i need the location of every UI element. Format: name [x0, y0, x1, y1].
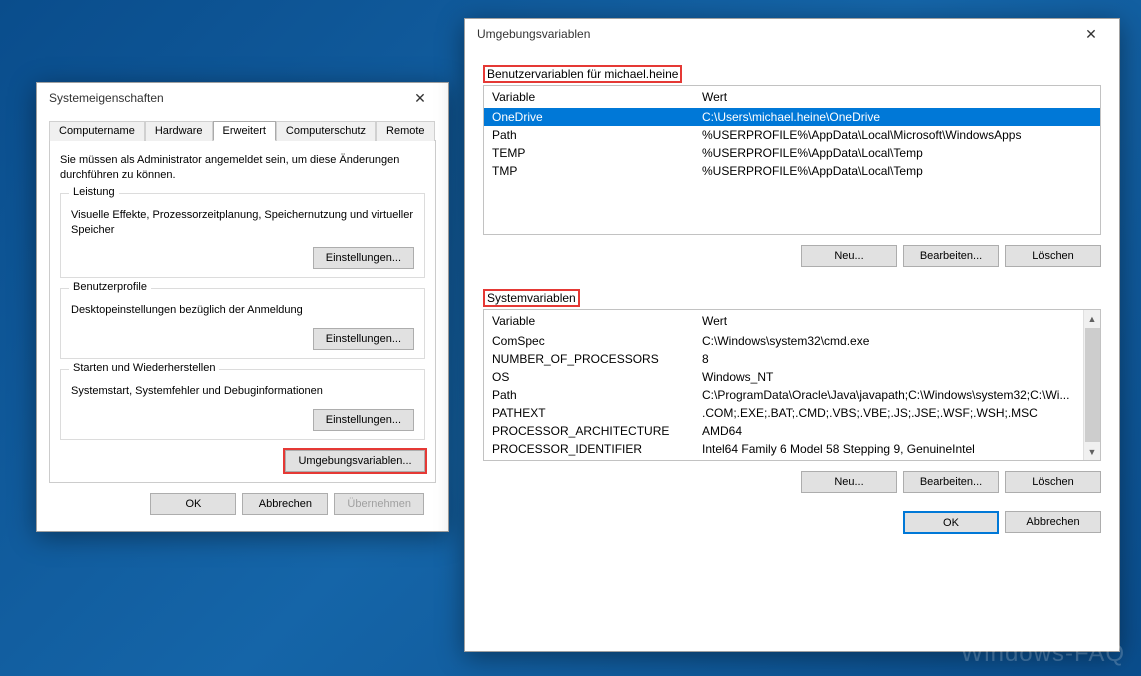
cancel-button[interactable]: Abbrechen [1005, 511, 1101, 533]
sys-new-button[interactable]: Neu... [801, 471, 897, 493]
cell-value: 8 [694, 351, 1083, 367]
scroll-thumb[interactable] [1085, 328, 1100, 442]
watermark: Windows-FAQ [961, 640, 1125, 668]
table-row[interactable]: TMP%USERPROFILE%\AppData\Local\Temp [484, 162, 1100, 180]
col-value[interactable]: Wert [694, 311, 1100, 331]
cell-value: C:\Windows\system32\cmd.exe [694, 333, 1083, 349]
cell-value: AMD64 [694, 423, 1083, 439]
cell-variable: PATHEXT [484, 405, 694, 421]
table-row[interactable]: ComSpecC:\Windows\system32\cmd.exe [484, 332, 1083, 350]
group-profiles-title: Benutzerprofile [69, 281, 151, 293]
tab-system-protection[interactable]: Computerschutz [276, 121, 376, 141]
cell-variable: OS [484, 369, 694, 385]
group-profiles-desc: Desktopeinstellungen bezüglich der Anmel… [71, 303, 414, 318]
cell-value: %USERPROFILE%\AppData\Local\Temp [694, 145, 1100, 161]
cell-value: C:\ProgramData\Oracle\Java\javapath;C:\W… [694, 387, 1083, 403]
titlebar[interactable]: Umgebungsvariablen ✕ [465, 19, 1119, 49]
user-edit-button[interactable]: Bearbeiten... [903, 245, 999, 267]
table-row[interactable]: TEMP%USERPROFILE%\AppData\Local\Temp [484, 144, 1100, 162]
col-value[interactable]: Wert [694, 87, 1100, 107]
group-performance-title: Leistung [69, 186, 119, 198]
group-profiles: Benutzerprofile Desktopeinstellungen bez… [60, 288, 425, 359]
table-row[interactable]: OSWindows_NT [484, 368, 1083, 386]
group-startup: Starten und Wiederherstellen Systemstart… [60, 369, 425, 440]
user-vars-label: Benutzervariablen für michael.heine [485, 67, 680, 81]
sys-edit-button[interactable]: Bearbeiten... [903, 471, 999, 493]
tab-pane-advanced: Sie müssen als Administrator angemeldet … [49, 141, 436, 483]
tab-remote[interactable]: Remote [376, 121, 435, 141]
col-variable[interactable]: Variable [484, 87, 694, 107]
startup-settings-button[interactable]: Einstellungen... [313, 409, 414, 431]
tab-advanced[interactable]: Erweitert [213, 121, 276, 141]
cell-variable: OneDrive [484, 109, 694, 125]
sys-vars-label: Systemvariablen [485, 291, 578, 305]
table-row[interactable]: PathC:\ProgramData\Oracle\Java\javapath;… [484, 386, 1083, 404]
admin-note: Sie müssen als Administrator angemeldet … [60, 153, 425, 183]
sys-vars-list[interactable]: Variable Wert ComSpecC:\Windows\system32… [483, 309, 1101, 461]
cancel-button[interactable]: Abbrechen [242, 493, 328, 515]
title-text: Umgebungsvariablen [477, 27, 590, 41]
user-delete-button[interactable]: Löschen [1005, 245, 1101, 267]
col-variable[interactable]: Variable [484, 311, 694, 331]
cell-value: Windows_NT [694, 369, 1083, 385]
cell-value: C:\Users\michael.heine\OneDrive [694, 109, 1100, 125]
user-new-button[interactable]: Neu... [801, 245, 897, 267]
group-performance-desc: Visuelle Effekte, Prozessorzeitplanung, … [71, 208, 414, 238]
user-vars-list[interactable]: Variable Wert OneDriveC:\Users\michael.h… [483, 85, 1101, 235]
profiles-settings-button[interactable]: Einstellungen... [313, 328, 414, 350]
cell-variable: PROCESSOR_IDENTIFIER [484, 441, 694, 457]
apply-button[interactable]: Übernehmen [334, 493, 424, 515]
cell-value: Intel64 Family 6 Model 58 Stepping 9, Ge… [694, 441, 1083, 457]
ok-button[interactable]: OK [150, 493, 236, 515]
table-row[interactable]: PATHEXT.COM;.EXE;.BAT;.CMD;.VBS;.VBE;.JS… [484, 404, 1083, 422]
table-row[interactable]: Path%USERPROFILE%\AppData\Local\Microsof… [484, 126, 1100, 144]
scroll-down-icon[interactable]: ▼ [1084, 443, 1101, 460]
ok-button[interactable]: OK [903, 511, 999, 534]
cell-value: .COM;.EXE;.BAT;.CMD;.VBS;.VBE;.JS;.JSE;.… [694, 405, 1083, 421]
cell-variable: PROCESSOR_ARCHITECTURE [484, 423, 694, 439]
cell-variable: TEMP [484, 145, 694, 161]
cell-variable: ComSpec [484, 333, 694, 349]
cell-variable: TMP [484, 163, 694, 179]
table-row[interactable]: PROCESSOR_IDENTIFIERIntel64 Family 6 Mod… [484, 440, 1083, 458]
close-icon[interactable]: ✕ [1071, 20, 1111, 48]
tab-hardware[interactable]: Hardware [145, 121, 213, 141]
env-variables-dialog: Umgebungsvariablen ✕ Benutzervariablen f… [464, 18, 1120, 652]
system-properties-dialog: Systemeigenschaften ✕ Computername Hardw… [36, 82, 449, 532]
titlebar[interactable]: Systemeigenschaften ✕ [37, 83, 448, 113]
sys-delete-button[interactable]: Löschen [1005, 471, 1101, 493]
cell-variable: NUMBER_OF_PROCESSORS [484, 351, 694, 367]
scroll-up-icon[interactable]: ▲ [1084, 310, 1101, 327]
env-variables-button[interactable]: Umgebungsvariablen... [285, 450, 425, 472]
table-row[interactable]: PROCESSOR_ARCHITECTUREAMD64 [484, 422, 1083, 440]
group-startup-desc: Systemstart, Systemfehler und Debuginfor… [71, 384, 414, 399]
title-text: Systemeigenschaften [49, 91, 164, 105]
table-row[interactable]: NUMBER_OF_PROCESSORS8 [484, 350, 1083, 368]
cell-value: %USERPROFILE%\AppData\Local\Microsoft\Wi… [694, 127, 1100, 143]
group-startup-title: Starten und Wiederherstellen [69, 362, 219, 374]
list-header[interactable]: Variable Wert [484, 86, 1100, 108]
scrollbar[interactable]: ▲ ▼ [1083, 310, 1100, 460]
close-icon[interactable]: ✕ [400, 84, 440, 112]
cell-variable: Path [484, 127, 694, 143]
tab-strip: Computername Hardware Erweitert Computer… [49, 121, 436, 141]
cell-value: %USERPROFILE%\AppData\Local\Temp [694, 163, 1100, 179]
table-row[interactable]: OneDriveC:\Users\michael.heine\OneDrive [484, 108, 1100, 126]
performance-settings-button[interactable]: Einstellungen... [313, 247, 414, 269]
group-performance: Leistung Visuelle Effekte, Prozessorzeit… [60, 193, 425, 279]
tab-computer-name[interactable]: Computername [49, 121, 145, 141]
list-header[interactable]: Variable Wert [484, 310, 1100, 332]
cell-variable: Path [484, 387, 694, 403]
